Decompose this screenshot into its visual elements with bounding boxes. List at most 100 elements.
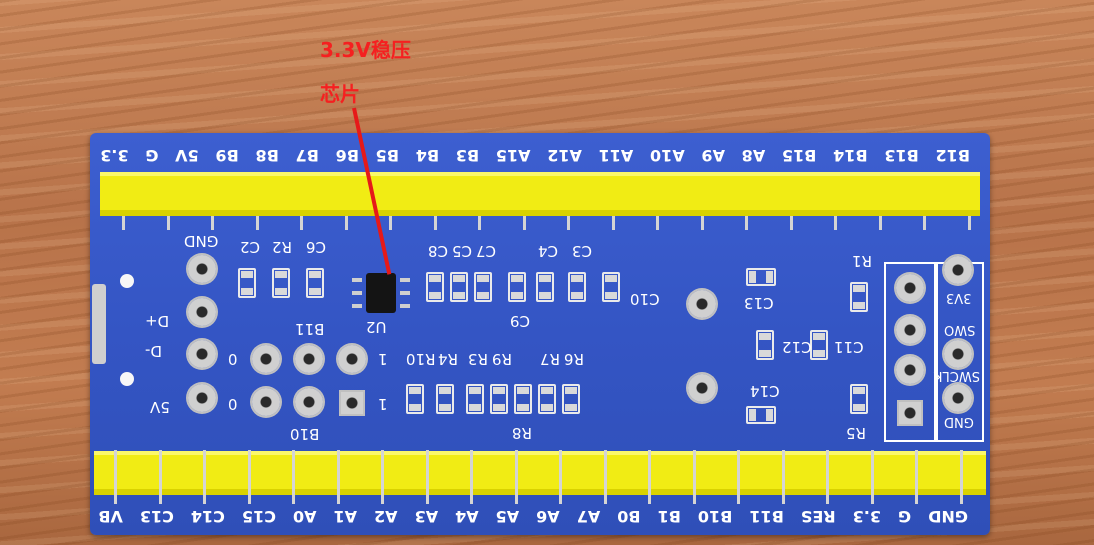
boot-pad-2 — [295, 345, 323, 373]
r7-label: R7 — [540, 350, 560, 368]
bottom-header-pin — [381, 450, 384, 504]
bottom-pin-label: A0 — [292, 507, 317, 526]
chip-leg — [352, 304, 362, 308]
res-r1 — [850, 282, 868, 312]
annotation-line-1: 3.3V稳压 — [320, 38, 411, 62]
res-r9 — [490, 384, 508, 414]
res-r7 — [538, 384, 556, 414]
top-pin-label: A11 — [598, 146, 634, 165]
c11-label: C11 — [834, 338, 864, 356]
c8-label: C8 — [428, 242, 449, 260]
d-minus-label: D- — [145, 342, 162, 360]
boot-pad-5 — [295, 388, 323, 416]
bottom-pin-label: A5 — [495, 507, 520, 526]
bottom-pin-label: A3 — [414, 507, 439, 526]
bottom-pin-label: A7 — [576, 507, 601, 526]
cap-c13 — [746, 268, 776, 286]
chip-leg — [400, 278, 410, 282]
top-pin-label: B14 — [833, 146, 868, 165]
top-pin-label: A12 — [547, 146, 582, 165]
res-r10 — [406, 384, 424, 414]
res-r3 — [466, 384, 484, 414]
cap-c3 — [568, 272, 586, 302]
bottom-header-pin — [692, 450, 696, 504]
bottom-pin-label: C15 — [241, 507, 276, 526]
boot-pad-6 — [341, 392, 363, 414]
top-pin-label: B7 — [295, 146, 319, 165]
cap-c4 — [536, 272, 554, 302]
bottom-header-pin — [158, 450, 162, 504]
boot-pad-1 — [252, 345, 280, 373]
bottom-header-pin — [203, 450, 206, 504]
cap-c8 — [426, 272, 444, 302]
five-v-label: 5V — [150, 398, 170, 416]
cap-c5 — [450, 272, 468, 302]
bottom-pin-label: C13 — [139, 507, 174, 526]
bottom-pin-label: A1 — [333, 507, 358, 526]
d-plus-pad — [188, 298, 216, 326]
bottom-pin-label: A4 — [455, 507, 479, 526]
top-pin-label: B4 — [415, 146, 440, 165]
chip-leg — [352, 291, 362, 295]
top-pin-label: A8 — [741, 146, 766, 165]
c4-label: C4 — [538, 242, 559, 260]
swd-3v3-label: 3V3 — [946, 290, 972, 305]
c7-label: C7 — [476, 242, 497, 260]
bottom-header-pin — [781, 450, 785, 504]
bottom-pin-label: B10 — [697, 507, 733, 526]
cap-c9 — [508, 272, 526, 302]
five-v-pad — [188, 384, 216, 412]
swd-swclk-label: SWCLK — [934, 368, 980, 383]
c9-label: C9 — [510, 312, 531, 330]
cap-c12 — [756, 330, 774, 360]
bottom-header-pin — [870, 450, 874, 504]
bottom-pin-label: C14 — [190, 507, 225, 526]
bottom-pin-label: B11 — [749, 507, 784, 526]
u2-label: U2 — [366, 318, 387, 336]
c14-label: C14 — [750, 382, 780, 400]
mount-hole-bottom — [120, 372, 134, 386]
bottom-pin-labels: GND G 3.3 RES B11 B10 B1 B0 A7 A6 A5 A4 A3 A2 A1 A0 C15 C… — [98, 507, 968, 526]
res-r4 — [436, 384, 454, 414]
chip-leg — [352, 278, 362, 282]
swd-pad-swo — [896, 316, 924, 344]
top-pin-label: 5V — [175, 146, 199, 165]
mount-hole-top — [120, 274, 134, 288]
top-pin-label: G — [145, 146, 159, 165]
bottom-header-pin — [737, 450, 740, 504]
top-pin-labels: B12 B13 B14 B15 A8 A9 A10 A11 A12 A15 B3 B4 B5 B6 B7 B8… — [100, 146, 970, 165]
chip-leg — [400, 304, 410, 308]
annotation-line-2: 芯片 — [320, 82, 360, 106]
bottom-pin-label: A2 — [374, 507, 398, 526]
bottom-header-pin — [603, 450, 607, 504]
bottom-pin-label: GND — [928, 507, 968, 526]
bottom-header-pin — [826, 450, 829, 504]
swd-gnd-label: GND — [944, 414, 974, 429]
swd-swo-label: SWO — [944, 322, 976, 337]
c13-label: C13 — [744, 294, 774, 312]
cap-c10 — [602, 272, 620, 302]
one-label-a: 1 — [378, 350, 388, 368]
r5-label: R5 — [846, 424, 866, 442]
top-pin-label: 3.3 — [100, 146, 129, 165]
r10-label: R10 — [406, 350, 436, 368]
b11-label: B11 — [295, 320, 325, 338]
c6-label: C6 — [306, 238, 327, 256]
r6-label: R6 — [564, 350, 584, 368]
bottom-header-pin — [514, 450, 518, 504]
extra-pad-3 — [944, 384, 972, 412]
top-pin-label: B5 — [375, 146, 399, 165]
top-pin-label: A10 — [650, 146, 685, 165]
bottom-header-pin — [470, 450, 473, 504]
zero-label-a: 0 — [228, 350, 238, 368]
bottom-header-pin — [648, 450, 651, 504]
cap-c14 — [746, 406, 776, 424]
top-pin-label: B6 — [335, 146, 359, 165]
r9-label: R9 — [492, 350, 512, 368]
zero-label-b: 0 — [228, 395, 238, 413]
cap-c2 — [238, 268, 256, 298]
top-pin-header — [100, 172, 980, 216]
r3-label: R3 — [468, 350, 488, 368]
bottom-header-pin — [292, 450, 295, 504]
swd-pad-3v3 — [896, 274, 924, 302]
